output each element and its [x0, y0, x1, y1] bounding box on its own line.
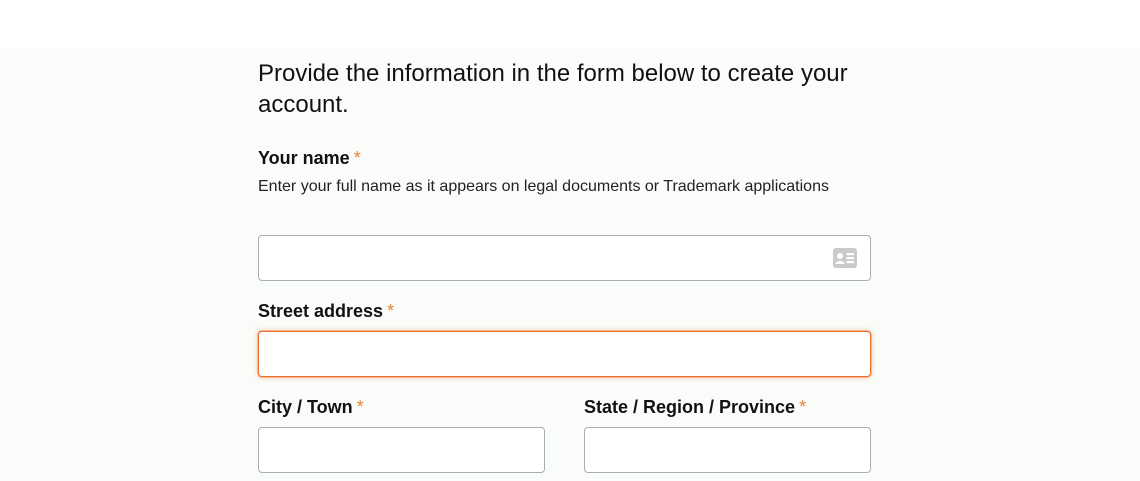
required-asterisk: * — [799, 397, 807, 417]
required-asterisk: * — [387, 301, 395, 321]
form-intro: Provide the information in the form belo… — [258, 60, 848, 118]
top-strip — [0, 0, 1140, 48]
state-region-label: State / Region / Province * — [584, 396, 806, 418]
city-town-label-text: City / Town — [258, 397, 353, 417]
street-address-label: Street address * — [258, 300, 394, 322]
your-name-label-text: Your name — [258, 148, 350, 168]
contact-card-icon[interactable] — [833, 248, 857, 268]
street-address-input[interactable] — [258, 331, 871, 377]
state-region-label-text: State / Region / Province — [584, 397, 796, 417]
required-asterisk: * — [353, 148, 361, 168]
your-name-input[interactable] — [258, 235, 871, 281]
your-name-label: Your name * — [258, 147, 361, 169]
account-form: Provide the information in the form belo… — [258, 58, 871, 120]
your-name-help: Enter your full name as it appears on le… — [258, 178, 829, 195]
required-asterisk: * — [356, 397, 364, 417]
street-address-label-text: Street address — [258, 301, 384, 321]
city-town-input[interactable] — [258, 427, 545, 473]
city-town-label: City / Town * — [258, 396, 364, 418]
state-region-input[interactable] — [584, 427, 871, 473]
